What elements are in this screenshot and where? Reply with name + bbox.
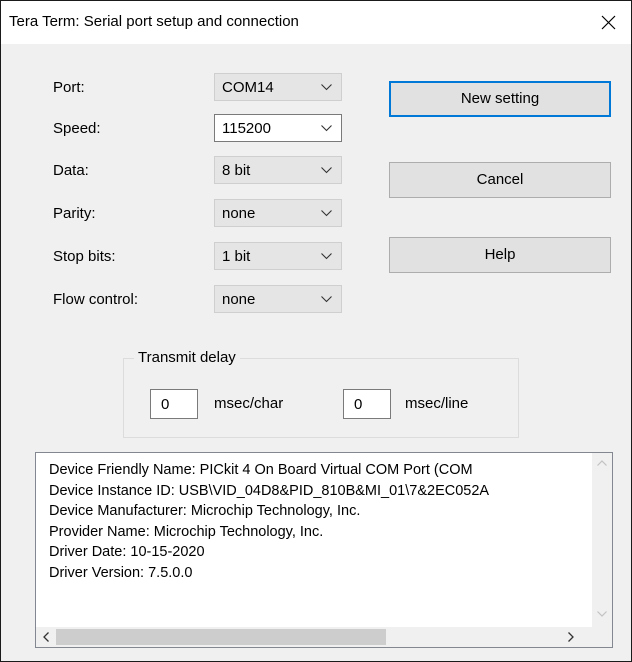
device-info-line: Driver Date: 10-15-2020 [49, 544, 205, 560]
parity-label: Parity: [53, 205, 96, 222]
stop-bits-select[interactable]: 1 bit [214, 242, 342, 270]
device-info-text: Device Friendly Name: PICkit 4 On Board … [49, 460, 587, 583]
new-setting-button[interactable]: New setting [389, 81, 611, 117]
close-icon [601, 15, 616, 30]
data-value: 8 bit [222, 162, 251, 179]
scroll-left-icon[interactable] [43, 632, 49, 642]
msec-line-input[interactable]: 0 [343, 389, 391, 419]
scroll-corner [592, 625, 612, 647]
stop-bits-label: Stop bits: [53, 248, 116, 265]
scroll-down-icon[interactable] [597, 611, 607, 617]
speed-label: Speed: [53, 120, 101, 137]
chevron-down-icon [321, 253, 332, 260]
data-label: Data: [53, 162, 89, 179]
chevron-down-icon [321, 296, 332, 303]
chevron-down-icon [321, 210, 332, 217]
device-info-line: Device Instance ID: USB\VID_04D8&PID_810… [49, 482, 490, 499]
horizontal-scrollbar[interactable] [36, 627, 594, 647]
msec-line-unit: msec/line [405, 395, 469, 412]
help-button[interactable]: Help [389, 237, 611, 273]
close-button[interactable] [587, 1, 631, 44]
device-info-line: Provider Name: Microchip Technology, Inc… [49, 523, 324, 540]
device-info-line: Device Friendly Name: PICkit 4 On Board … [49, 462, 473, 478]
port-select[interactable]: COM14 [214, 73, 342, 101]
data-select[interactable]: 8 bit [214, 156, 342, 184]
device-info-line: Device Manufacturer: Microchip Technolog… [49, 503, 361, 519]
title-bar: Tera Term: Serial port setup and connect… [1, 1, 631, 44]
parity-value: none [222, 205, 256, 222]
msec-char-value: 0 [161, 396, 170, 413]
device-info-line: Driver Version: 7.5.0.0 [49, 564, 193, 581]
horizontal-scroll-thumb[interactable] [56, 629, 386, 645]
msec-char-unit: msec/char [214, 395, 284, 412]
chevron-down-icon [321, 125, 332, 132]
speed-select[interactable]: 115200 [214, 114, 342, 142]
device-info-box[interactable]: Device Friendly Name: PICkit 4 On Board … [35, 452, 613, 648]
vertical-scrollbar[interactable] [592, 453, 612, 627]
serial-setup-dialog: Tera Term: Serial port setup and connect… [0, 0, 632, 662]
scroll-up-icon[interactable] [597, 460, 607, 466]
window-title: Tera Term: Serial port setup and connect… [9, 13, 299, 30]
flow-control-select[interactable]: none [214, 285, 342, 313]
flow-control-label: Flow control: [53, 291, 139, 308]
msec-char-input[interactable]: 0 [150, 389, 198, 419]
flow-control-value: none [222, 291, 256, 308]
scroll-right-icon[interactable] [568, 632, 574, 642]
chevron-down-icon [321, 167, 332, 174]
stop-bits-value: 1 bit [222, 248, 251, 265]
speed-value: 115200 [222, 120, 271, 137]
transmit-delay-label: Transmit delay [134, 349, 240, 366]
cancel-button[interactable]: Cancel [389, 162, 611, 198]
chevron-down-icon [321, 84, 332, 91]
parity-select[interactable]: none [214, 199, 342, 227]
msec-line-value: 0 [354, 396, 363, 413]
port-label: Port: [53, 79, 85, 96]
port-value: COM14 [222, 79, 274, 96]
